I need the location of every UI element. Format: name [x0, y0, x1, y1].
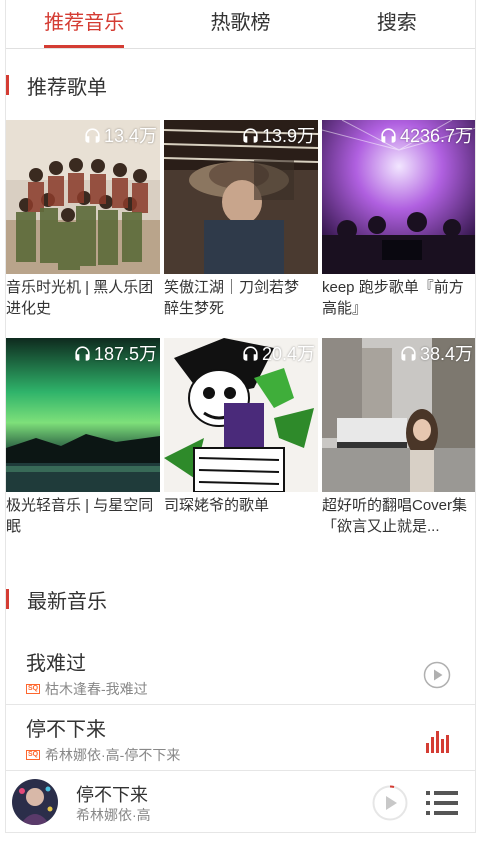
playlist-card[interactable]: 4236.7万 keep 跑步歌单『前方高能』	[322, 120, 475, 319]
playlist-name[interactable]: 司琛姥爷的歌单	[164, 495, 318, 537]
play-count-value: 4236.7万	[399, 126, 473, 146]
song-row[interactable]: 停不下来 SQ 希林娜依·高-停不下来	[6, 705, 475, 771]
playlist-icon[interactable]	[426, 789, 458, 817]
song-row[interactable]: 我难过 SQ 枯木逢春-我难过	[6, 639, 475, 705]
sq-badge: SQ	[26, 684, 40, 694]
play-count: 13.9万	[241, 122, 315, 148]
play-count-value: 187.5万	[93, 344, 157, 364]
headphones-icon	[85, 127, 100, 143]
playlist-card[interactable]: 38.4万 超好听的翻唱Cover集「欲言又止就是...	[322, 338, 475, 537]
play-count-value: 38.4万	[419, 344, 473, 364]
app-frame: 推荐音乐 热歌榜 搜索 推荐歌单 13.4万 音乐时光机 | 黑人乐团进化史 1…	[5, 0, 476, 833]
playlist-cover[interactable]: 187.5万	[6, 338, 160, 492]
tab-hot-songs[interactable]: 热歌榜	[162, 0, 318, 48]
mini-player[interactable]: 停不下来 希林娜依·高	[6, 770, 475, 832]
song-meta: SQ 希林娜依·高-停不下来	[26, 745, 180, 765]
headphones-icon	[381, 127, 396, 143]
play-count: 20.4万	[241, 340, 315, 366]
album-art[interactable]	[12, 779, 58, 825]
play-count-value: 13.4万	[103, 126, 157, 146]
playlist-name[interactable]: 笑傲江湖｜刀剑若梦 醉生梦死	[164, 277, 318, 319]
playlist-name[interactable]: 音乐时光机 | 黑人乐团进化史	[6, 277, 160, 319]
section-title: 最新音乐	[27, 590, 107, 613]
section-header-recommended: 推荐歌单	[6, 73, 107, 99]
playlist-cover[interactable]: 13.9万	[164, 120, 318, 274]
headphones-icon	[243, 127, 258, 143]
play-circle-icon[interactable]	[423, 661, 451, 689]
play-count: 187.5万	[73, 340, 157, 366]
playlist-cover[interactable]: 13.4万	[6, 120, 160, 274]
tab-search[interactable]: 搜索	[319, 0, 475, 48]
song-artist: 希林娜依·高-停不下来	[45, 747, 181, 763]
play-count: 4236.7万	[379, 122, 473, 148]
song-meta: SQ 枯木逢春-我难过	[26, 679, 148, 699]
player-artist: 希林娜依·高	[76, 807, 151, 823]
playlist-cover[interactable]: 38.4万	[322, 338, 475, 492]
playlist-name[interactable]: 超好听的翻唱Cover集「欲言又止就是...	[322, 495, 475, 537]
headphones-icon	[75, 345, 90, 361]
playlist-cover[interactable]: 20.4万	[164, 338, 318, 492]
play-button-icon[interactable]	[372, 785, 408, 821]
song-title: 我难过	[26, 653, 86, 675]
headphones-icon	[243, 345, 258, 361]
playlist-card[interactable]: 20.4万 司琛姥爷的歌单	[164, 338, 318, 537]
play-count-value: 13.9万	[261, 126, 315, 146]
tab-bar: 推荐音乐 热歌榜 搜索	[6, 0, 475, 49]
playlist-card[interactable]: 13.9万 笑傲江湖｜刀剑若梦 醉生梦死	[164, 120, 318, 319]
playlist-name[interactable]: keep 跑步歌单『前方高能』	[322, 277, 475, 319]
sq-badge: SQ	[26, 750, 40, 760]
player-song-title: 停不下来	[76, 785, 148, 805]
playlist-card[interactable]: 187.5万 极光轻音乐 | 与星空同眠	[6, 338, 160, 537]
play-count-value: 20.4万	[261, 344, 315, 364]
section-header-newest: 最新音乐	[6, 587, 107, 613]
song-title: 停不下来	[26, 719, 106, 741]
headphones-icon	[401, 345, 416, 361]
equalizer-icon[interactable]	[423, 727, 451, 755]
playlist-name[interactable]: 极光轻音乐 | 与星空同眠	[6, 495, 160, 537]
section-title: 推荐歌单	[27, 76, 107, 99]
section-accent-bar	[6, 75, 9, 95]
song-artist: 枯木逢春-我难过	[45, 681, 148, 697]
section-accent-bar	[6, 589, 9, 609]
playlist-card[interactable]: 13.4万 音乐时光机 | 黑人乐团进化史	[6, 120, 160, 319]
tab-recommended-music[interactable]: 推荐音乐	[6, 0, 162, 48]
play-count: 13.4万	[83, 122, 157, 148]
playlist-cover[interactable]: 4236.7万	[322, 120, 475, 274]
play-count: 38.4万	[399, 340, 473, 366]
